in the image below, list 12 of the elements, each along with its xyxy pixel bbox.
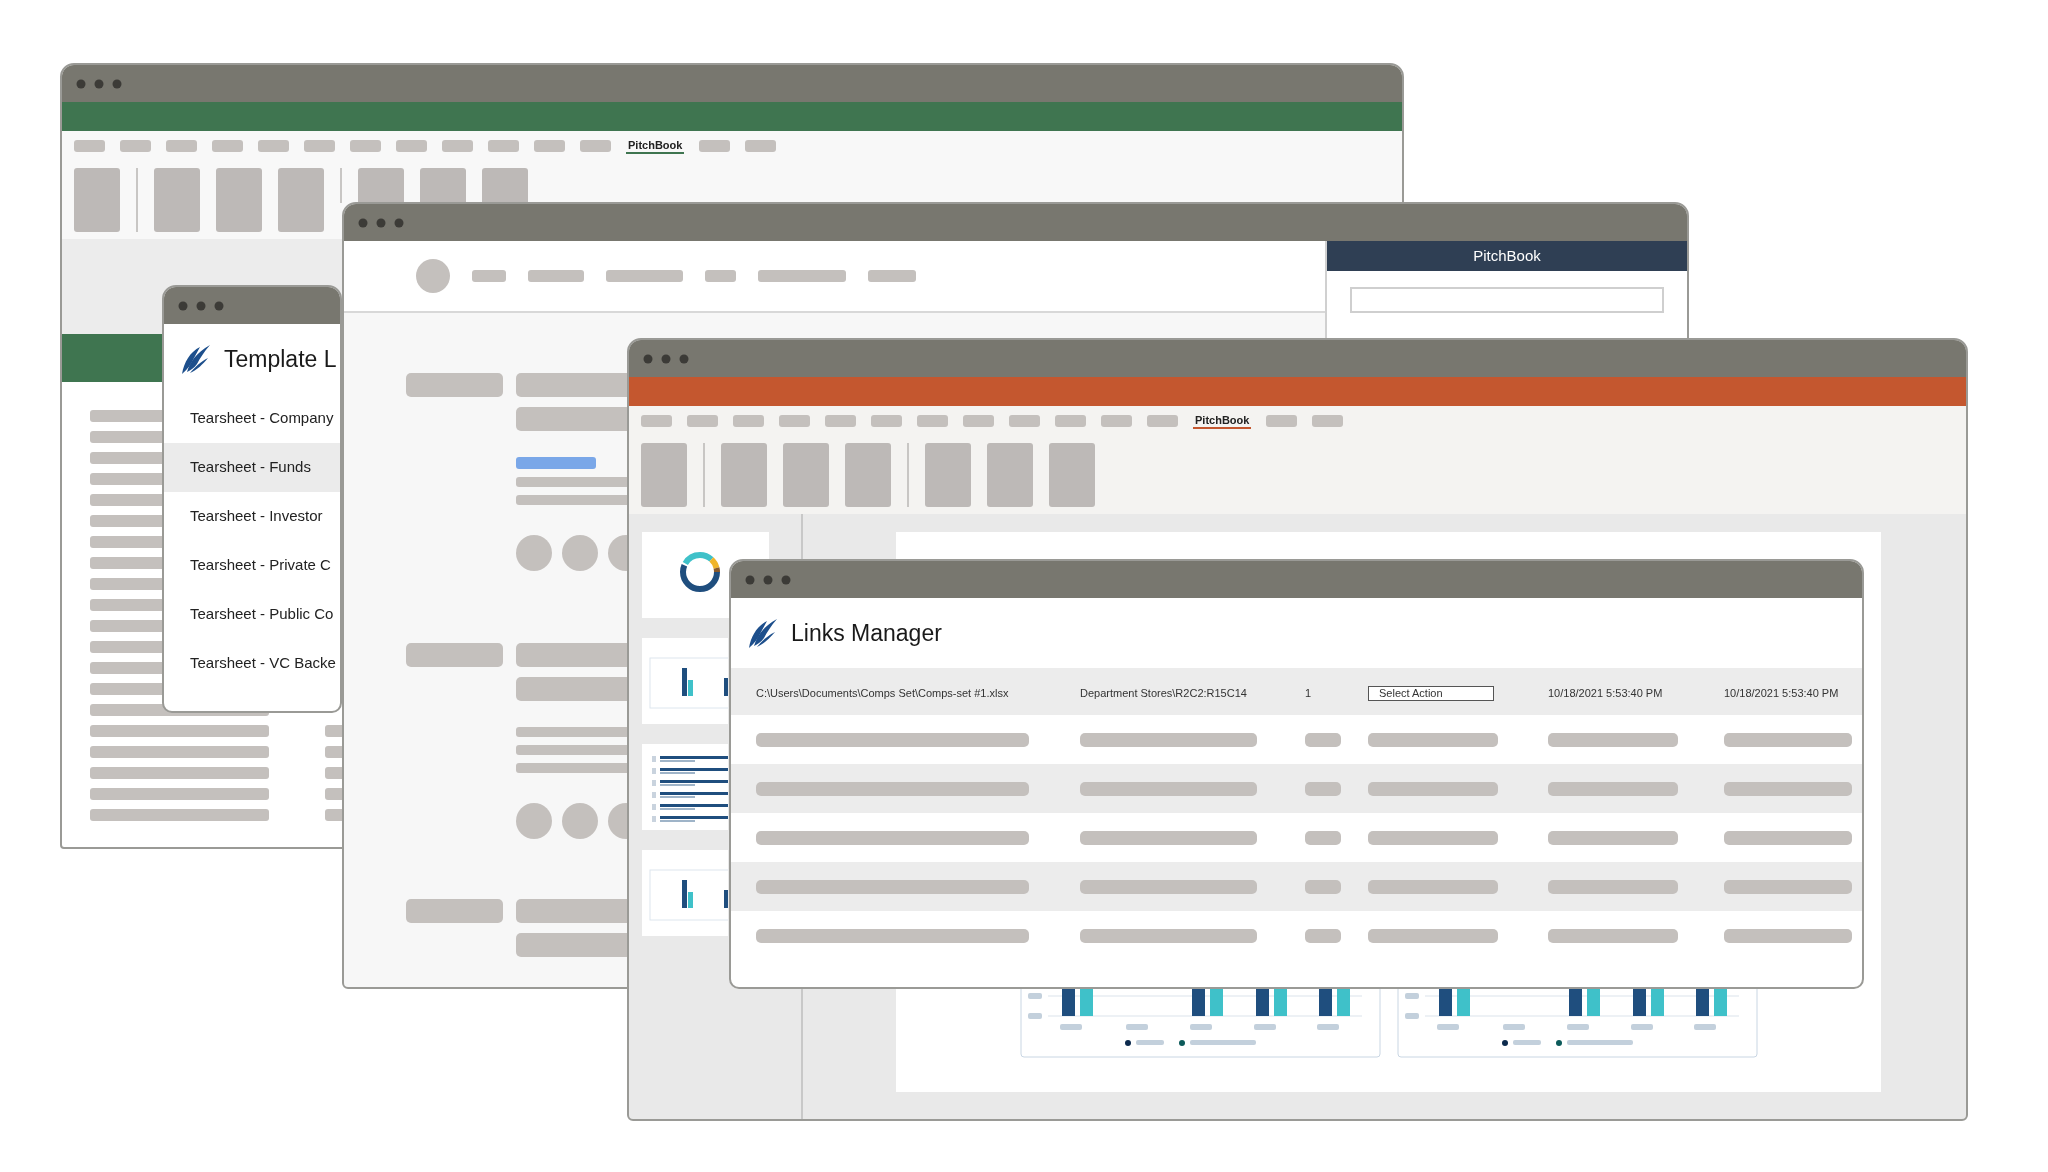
window-title: Links Manager — [791, 618, 942, 648]
ribbon-tab[interactable]: PitchBook — [626, 138, 685, 154]
table-cell: 10/18/2021 5:53:40 PM — [1548, 686, 1663, 699]
table-cell: C:\Users\Documents\Comps Set\Comps-set #1.xlsx — [756, 686, 1009, 699]
window-title: Template L — [224, 344, 337, 374]
action-dropdown[interactable]: Select Action — [1368, 685, 1494, 701]
table-cell: 10/18/2021 5:53:40 PM — [1724, 686, 1839, 699]
panel-title: PitchBook — [1473, 245, 1541, 266]
table-cell: 1 — [1305, 686, 1312, 699]
ribbon-tab[interactable]: PitchBook — [1193, 413, 1252, 429]
table-cell: Department Stores\R2C2:R15C14 — [1080, 686, 1247, 699]
template-item[interactable]: Tearsheet - Funds — [164, 443, 340, 492]
